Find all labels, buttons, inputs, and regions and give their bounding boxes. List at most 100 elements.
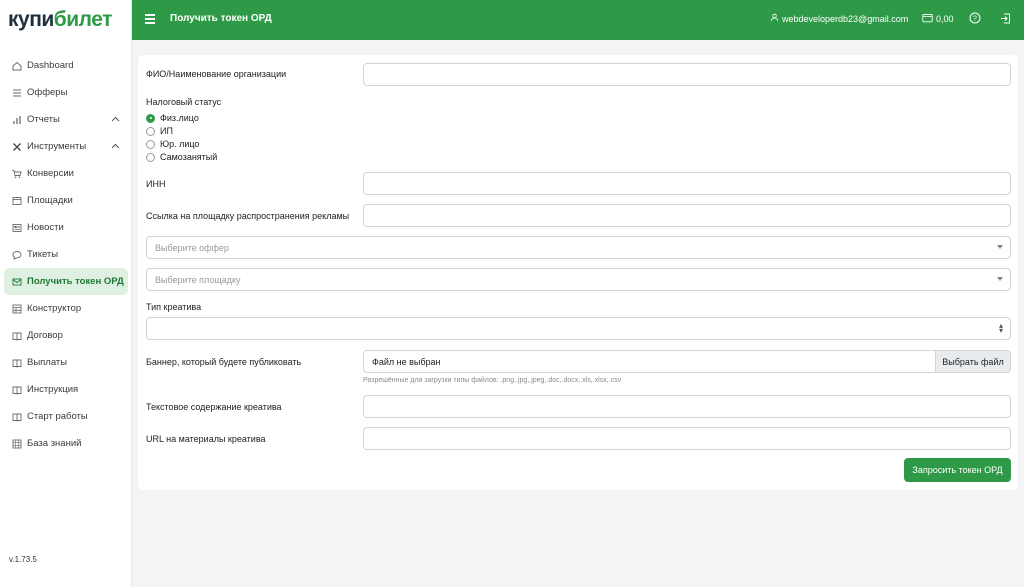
name-input[interactable]: [363, 63, 1011, 86]
sidebar-item-conversions[interactable]: Конверсии: [4, 160, 128, 187]
sidebar-item-label: Получить токен ОРД: [27, 276, 124, 287]
chat-icon: [12, 250, 22, 260]
radio-unchecked[interactable]: [146, 126, 155, 136]
sidebar-item-label: Инструкция: [27, 384, 79, 395]
sidebar-item-label: Офферы: [27, 87, 68, 98]
mail-icon: [12, 277, 22, 287]
app-version: v.1.73.5: [9, 555, 37, 564]
logo-part-2: билет: [53, 8, 113, 31]
help-icon[interactable]: ?: [969, 12, 981, 24]
tax-option-self-employed[interactable]: Самозанятый: [146, 152, 217, 162]
sidebar-item-offers[interactable]: Офферы: [4, 79, 128, 106]
user-icon: [770, 13, 779, 24]
creative-type-select[interactable]: ▴ ▾: [146, 317, 1011, 340]
sidebar-item-label: Dashboard: [27, 60, 74, 71]
sidebar-item-dashboard[interactable]: Dashboard: [4, 52, 128, 79]
book-icon: [12, 331, 22, 341]
creative-text-input[interactable]: [363, 395, 1011, 418]
book-icon: [12, 412, 22, 422]
wallet-icon: [922, 13, 933, 25]
creative-text-label: Текстовое содержание креатива: [146, 402, 282, 412]
sidebar-item-instructions[interactable]: Инструкция: [4, 376, 128, 403]
sidebar-item-label: Отчеты: [27, 114, 60, 125]
radio-unchecked[interactable]: [146, 139, 155, 149]
ord-token-form: ФИО/Наименование организации Налоговый с…: [138, 55, 1018, 490]
radio-unchecked[interactable]: [146, 152, 155, 162]
platform-select[interactable]: Выберите площадку: [146, 268, 1011, 291]
tax-option-legal-entity[interactable]: Юр. лицо: [146, 139, 199, 149]
tax-status-label: Налоговый статус: [146, 97, 222, 107]
sidebar-item-label: Инструменты: [27, 141, 87, 152]
window-icon: [12, 196, 22, 206]
home-icon: [12, 61, 22, 71]
sidebar-item-contract[interactable]: Договор: [4, 322, 128, 349]
sidebar: купи билет Dashboard Офферы Отчеты Инстру…: [0, 0, 132, 587]
sidebar-item-label: Новости: [27, 222, 64, 233]
newspaper-icon: [12, 223, 22, 233]
file-status: Файл не выбран: [372, 356, 441, 367]
offer-select[interactable]: Выберите оффер: [146, 236, 1011, 259]
bar-chart-icon: [12, 115, 22, 125]
sidebar-item-get-ord-token[interactable]: Получить токен ОРД: [4, 268, 128, 295]
sidebar-item-tickets[interactable]: Тикеты: [4, 241, 128, 268]
radio-checked[interactable]: [146, 113, 155, 123]
sidebar-item-news[interactable]: Новости: [4, 214, 128, 241]
sidebar-item-label: Площадки: [27, 195, 73, 206]
select-updown-icon: ▴ ▾: [998, 321, 1003, 335]
sidebar-item-platforms[interactable]: Площадки: [4, 187, 128, 214]
sidebar-item-constructor[interactable]: Конструктор: [4, 295, 128, 322]
dropdown-arrow-icon: [997, 245, 1003, 249]
dropdown-arrow-icon: [997, 277, 1003, 281]
tax-option-entrepreneur[interactable]: ИП: [146, 126, 173, 136]
sidebar-nav: Dashboard Офферы Отчеты Инструменты Конв…: [0, 52, 132, 457]
banner-label: Баннер, который будете публиковать: [146, 357, 302, 367]
tax-option-individual[interactable]: Физ.лицо: [146, 113, 199, 123]
sidebar-item-knowledge-base[interactable]: База знаний: [4, 430, 128, 457]
sidebar-item-label: Тикеты: [27, 249, 59, 260]
logo[interactable]: купи билет: [8, 6, 112, 34]
sidebar-item-label: Договор: [27, 330, 63, 341]
page-title: Получить токен ОРД: [170, 13, 272, 24]
balance-value: 0,00: [936, 14, 954, 24]
tax-option-label: ИП: [160, 126, 173, 136]
layout-icon: [12, 304, 22, 314]
sidebar-item-reports[interactable]: Отчеты: [4, 106, 128, 133]
svg-text:?: ?: [973, 16, 977, 23]
user-account[interactable]: webdeveloperdb23@gmail.com: [770, 13, 908, 24]
chevron-up-icon[interactable]: [111, 114, 120, 125]
ad-platform-link-label: Ссылка на площадку распространения рекла…: [146, 211, 350, 221]
user-email: webdeveloperdb23@gmail.com: [782, 13, 909, 24]
banner-file-input[interactable]: Файл не выбран Выбрать файл: [363, 350, 1011, 373]
sidebar-item-getting-started[interactable]: Старт работы: [4, 403, 128, 430]
database-icon: [12, 439, 22, 449]
tools-icon: [12, 142, 22, 152]
logout-icon[interactable]: [999, 12, 1011, 24]
chevron-up-icon[interactable]: [111, 141, 120, 152]
book-icon: [12, 385, 22, 395]
creative-type-label: Тип креатива: [146, 302, 202, 312]
sidebar-item-label: База знаний: [27, 438, 82, 449]
inn-label: ИНН: [146, 179, 166, 189]
sidebar-item-payouts[interactable]: Выплаты: [4, 349, 128, 376]
cart-icon: [12, 169, 22, 179]
sidebar-item-tools[interactable]: Инструменты: [4, 133, 128, 160]
ad-platform-link-input[interactable]: [363, 204, 1011, 227]
platform-select-placeholder: Выберите площадку: [155, 274, 241, 285]
name-label: ФИО/Наименование организации: [146, 69, 287, 79]
tax-option-label: Юр. лицо: [160, 139, 200, 149]
file-types-hint: Разрешённые для загрузки типы файлов: .p…: [363, 377, 622, 384]
sidebar-item-label: Выплаты: [27, 357, 68, 368]
book-icon: [12, 358, 22, 368]
logo-part-1: купи: [8, 8, 54, 31]
offer-select-placeholder: Выберите оффер: [155, 242, 229, 253]
request-ord-token-button[interactable]: Запросить токен ОРД: [904, 458, 1011, 482]
inn-input[interactable]: [363, 172, 1011, 195]
sidebar-item-label: Конверсии: [27, 168, 74, 179]
menu-icon[interactable]: [145, 14, 155, 24]
creative-url-label: URL на материалы креатива: [146, 434, 266, 444]
creative-url-input[interactable]: [363, 427, 1011, 450]
sidebar-item-label: Конструктор: [27, 303, 82, 314]
balance[interactable]: 0,00: [922, 13, 954, 25]
choose-file-button[interactable]: Выбрать файл: [935, 351, 1010, 372]
tax-option-label: Самозанятый: [160, 152, 218, 162]
